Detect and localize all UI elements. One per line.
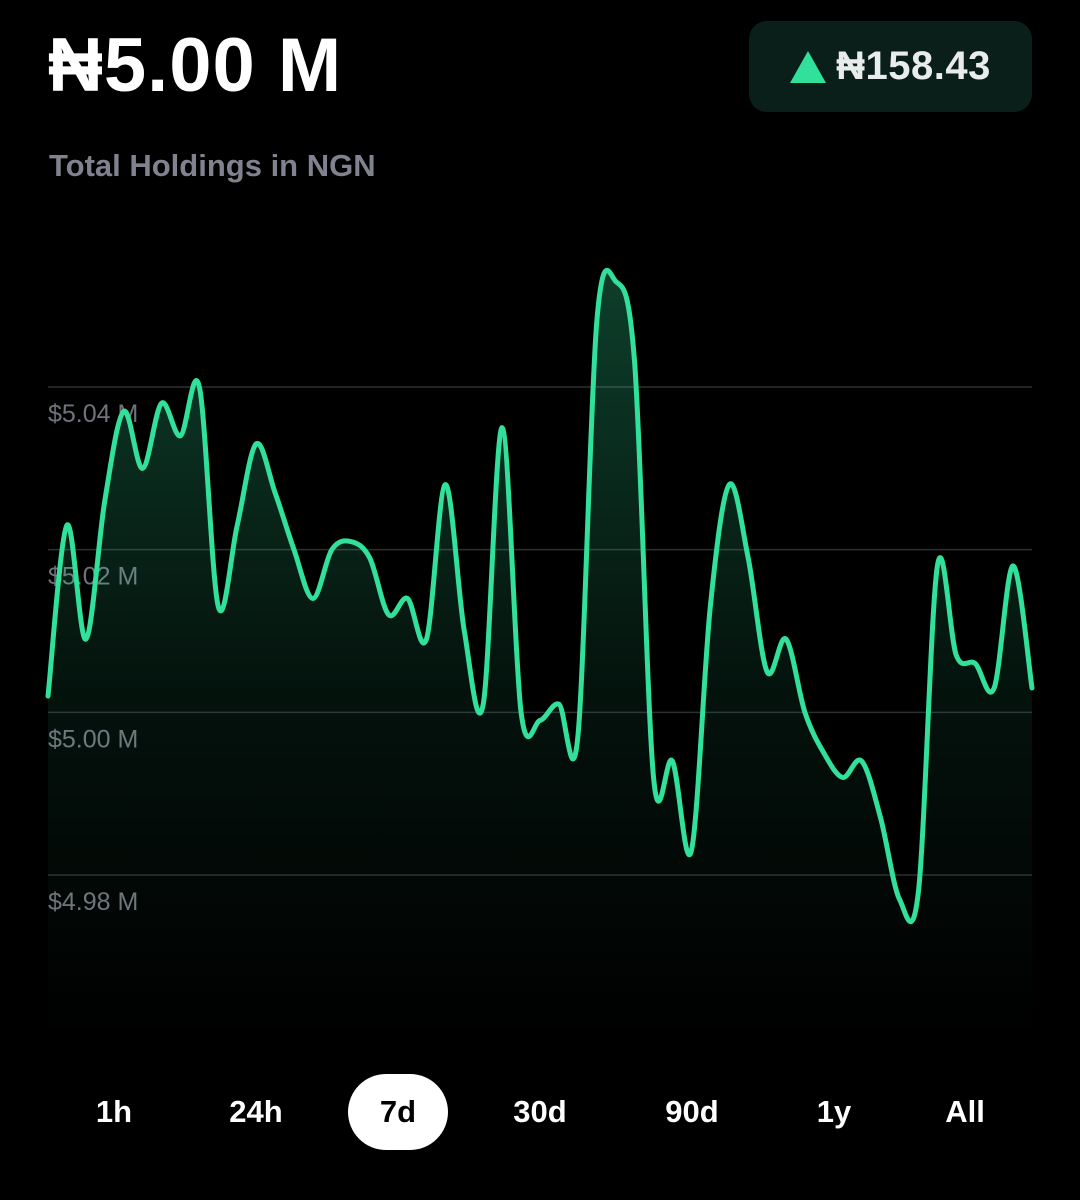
data-point [348, 539, 354, 545]
data-point [64, 522, 70, 528]
timeframe-30d[interactable]: 30d [486, 1074, 594, 1150]
data-point [707, 604, 713, 610]
data-point [461, 628, 467, 634]
data-point [878, 815, 884, 821]
data-point [83, 636, 89, 642]
data-point [102, 498, 108, 504]
data-point [613, 278, 619, 284]
timeframe-24h[interactable]: 24h [206, 1074, 306, 1150]
data-point [575, 734, 581, 740]
holdings-chart[interactable]: $5.04 M$5.02 M$5.00 M$4.98 M [0, 0, 1080, 1060]
data-point [215, 604, 221, 610]
data-point [272, 490, 278, 496]
timeframe-1y[interactable]: 1y [794, 1074, 874, 1150]
data-point [423, 636, 429, 642]
data-point [442, 482, 448, 488]
data-point [632, 360, 638, 366]
data-point [897, 896, 903, 902]
data-point [386, 612, 392, 618]
data-point [953, 652, 959, 658]
data-point [177, 433, 183, 439]
timeframe-1h[interactable]: 1h [74, 1074, 154, 1150]
data-point [405, 595, 411, 601]
timeframe-7d[interactable]: 7d [348, 1074, 448, 1150]
data-point [499, 425, 505, 431]
data-point [991, 685, 997, 691]
data-point [840, 774, 846, 780]
data-point [745, 555, 751, 561]
timeframe-selector: 1h 24h 7d 30d 90d 1y All [0, 1074, 1080, 1150]
data-point [518, 709, 524, 715]
data-point [688, 848, 694, 854]
data-point [651, 774, 657, 780]
data-point [1029, 685, 1035, 691]
data-point [1010, 563, 1016, 569]
timeframe-90d[interactable]: 90d [638, 1074, 746, 1150]
data-point [594, 319, 600, 325]
data-point [556, 701, 562, 707]
data-point [140, 465, 146, 471]
data-point [159, 400, 165, 406]
data-point [234, 522, 240, 528]
data-point [367, 555, 373, 561]
data-point [253, 441, 259, 447]
data-point [196, 384, 202, 390]
data-point [915, 888, 921, 894]
data-point [480, 701, 486, 707]
timeframe-all[interactable]: All [925, 1074, 1005, 1150]
data-point [934, 563, 940, 569]
data-point [537, 717, 543, 723]
data-point [121, 408, 127, 414]
data-point [972, 661, 978, 667]
data-point [859, 758, 865, 764]
data-point [45, 693, 51, 699]
data-point [669, 758, 675, 764]
data-point [291, 547, 297, 553]
data-point [821, 750, 827, 756]
data-point [329, 547, 335, 553]
data-point [764, 669, 770, 675]
data-point [802, 709, 808, 715]
data-point [726, 482, 732, 488]
data-point [783, 636, 789, 642]
data-point [310, 595, 316, 601]
